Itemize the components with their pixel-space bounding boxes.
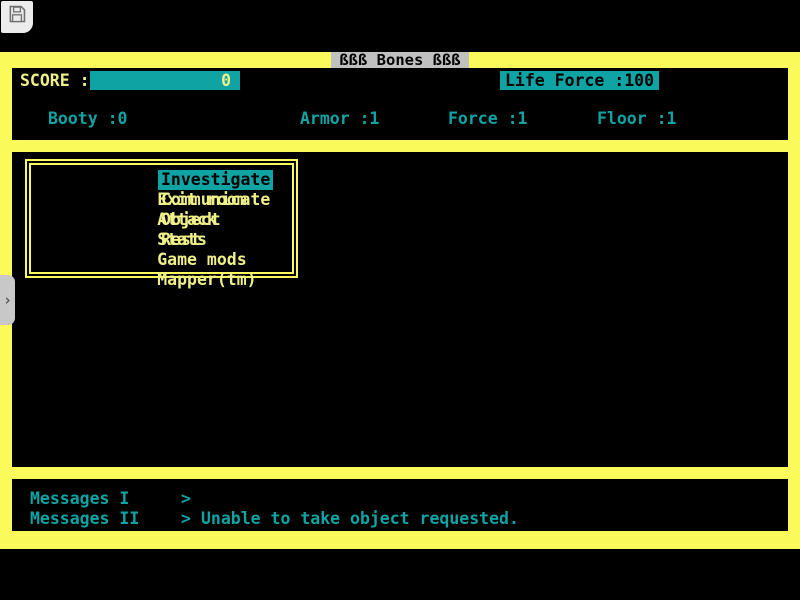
main-viewport: Exit room Investigate Attack Communicate… [12,152,788,467]
stat-booty: Booty :0 [48,109,127,128]
score-label: SCORE : [20,71,90,90]
score-value: 0 [221,71,231,90]
menu-item-rest[interactable]: Rest [158,230,204,250]
score-bar: 0 [90,71,240,90]
message-label: Messages II [30,510,139,527]
message-prompt: > [181,490,191,507]
stat-floor: Floor :1 [597,109,676,128]
menu-row: Attack Communicate [31,190,292,210]
chevron-right-icon: › [3,291,12,309]
stat-armor: Armor :1 [300,109,379,128]
game-screen: › ßßß Bones ßßß SCORE : 0 Life Force :10… [0,0,800,600]
hud-panel: SCORE : 0 Life Force :100 Booty :0 Armor… [12,68,788,140]
game-frame: ßßß Bones ßßß SCORE : 0 Life Force :100 … [0,52,800,549]
save-button[interactable] [1,1,33,33]
command-menu: Exit room Investigate Attack Communicate… [25,159,298,278]
stat-force: Force :1 [448,109,527,128]
life-force-badge: Life Force :100 [500,71,659,90]
message-label: Messages I [30,490,129,507]
menu-row: Exit room Investigate [31,170,292,190]
menu-item-investigate[interactable]: Investigate [158,170,273,190]
command-menu-border: Exit room Investigate Attack Communicate… [29,163,294,274]
divider [0,531,800,549]
menu-row: Mapper(tm) [31,250,292,270]
side-panel-toggle[interactable]: › [0,275,15,325]
message-text: Unable to take object requested. [201,510,519,527]
messages-panel: Messages I > Messages II > Unable to tak… [12,479,788,531]
menu-item-communicate[interactable]: Communicate [158,190,273,210]
menu-item-object[interactable]: Object [158,210,224,230]
menu-row: Game mods Rest [31,230,292,250]
message-prompt: > [181,510,191,527]
save-icon [7,4,27,28]
menu-row: Stats Object [31,210,292,230]
title-bar: ßßß Bones ßßß [0,52,800,68]
game-title: ßßß Bones ßßß [331,52,468,68]
menu-item-mapper[interactable]: Mapper(tm) [157,270,256,289]
